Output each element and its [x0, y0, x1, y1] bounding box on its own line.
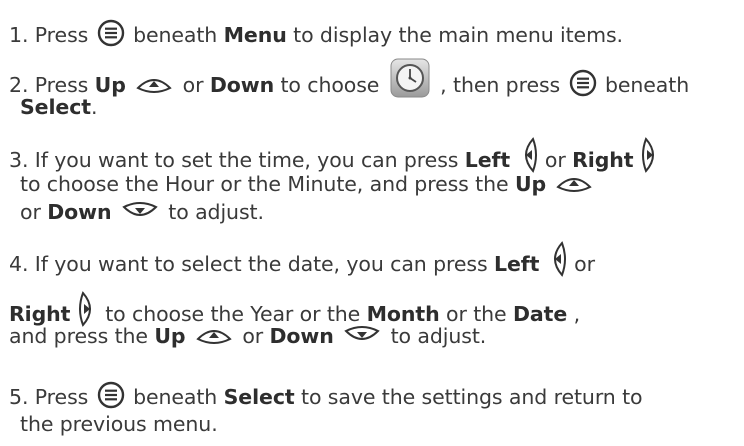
menu-button-icon: [97, 381, 125, 409]
clock-app-icon: [390, 58, 430, 98]
menu-button-icon: [97, 19, 125, 47]
right-arrow-icon: [78, 291, 97, 327]
up-arrow-icon: [136, 74, 172, 94]
step-1: 1. Press beneath Menu to display the mai…: [9, 19, 623, 50]
step-4-continued-2: and press the Up or Down to adjust.: [9, 324, 487, 348]
step-5-continued: the previous menu.: [20, 412, 218, 436]
down-arrow-icon: [122, 201, 158, 221]
step-number: 3.: [9, 148, 29, 172]
step-3-continued: to choose the Hour or the Minute, and pr…: [20, 171, 596, 197]
down-arrow-icon: [344, 325, 380, 345]
left-arrow-icon: [519, 137, 537, 173]
step-4: 4. If you want to select the date, you c…: [9, 241, 595, 283]
step-5: 5. Press beneath Select to save the sett…: [9, 381, 643, 412]
left-arrow-icon: [548, 241, 566, 277]
menu-button-icon: [569, 69, 597, 97]
step-3-continued-2: or Down to adjust.: [20, 200, 264, 224]
step-number: 1.: [9, 23, 29, 47]
step-number: 5.: [9, 385, 29, 409]
step-2: 2. Press Up or Down to choose , then pre…: [9, 58, 689, 106]
step-number: 4.: [9, 252, 29, 276]
up-arrow-icon: [556, 173, 593, 193]
step-2-continued: Select.: [20, 95, 98, 119]
up-arrow-icon: [196, 325, 232, 345]
right-arrow-icon: [641, 137, 660, 173]
